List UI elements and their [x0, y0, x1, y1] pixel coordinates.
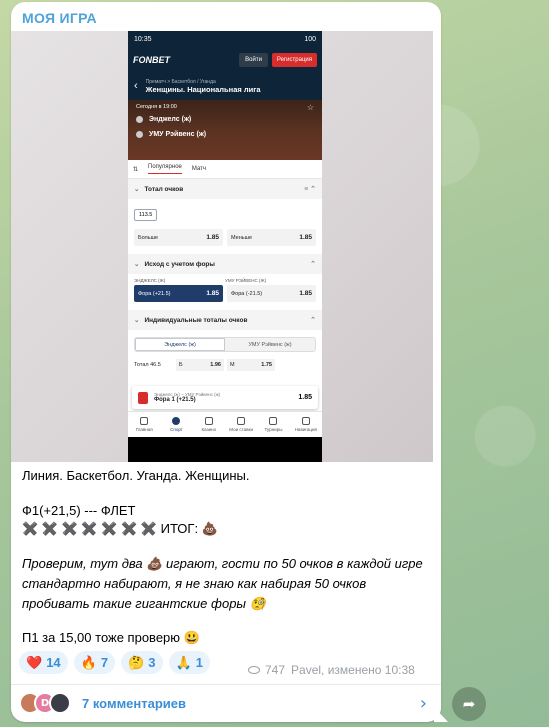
collapse-icon: ⌃	[310, 317, 316, 324]
pray-icon: 🙏	[175, 654, 192, 670]
chevron-right-icon: ›	[419, 692, 427, 714]
menu-icon: ≡ ⌃	[304, 186, 316, 193]
chevron-icon: ⌄	[134, 261, 140, 268]
divider	[11, 684, 441, 685]
view-count: 747	[265, 663, 286, 677]
odd-handicap-2: Фора (-21.5) 1.85	[227, 285, 316, 302]
register-button: Регистрация	[271, 53, 317, 67]
post-image[interactable]: 10:35 100 FONBET Войти Регистрация ‹ Пре…	[11, 31, 433, 462]
share-icon: ➦	[462, 695, 476, 713]
handicap-team1-label: ЭНДЖЕЛС (Ж)	[134, 278, 166, 283]
market-tabs: ⇅ Популярное Матч	[128, 160, 322, 179]
comments-label: 7 комментариев	[82, 695, 187, 711]
cross-marks: ✖️ ✖️ ✖️ ✖️ ✖️ ✖️ ✖️	[22, 521, 157, 536]
post-para-2: стандартно набирают, я не знаю как набир…	[22, 576, 367, 591]
team-away: УМУ Рэйвенс (ж)	[136, 131, 314, 138]
app-header: FONBET Войти Регистрация	[128, 48, 322, 72]
nav-my-bets: Мои ставки	[225, 412, 257, 437]
fire-icon: 🔥	[80, 654, 97, 670]
reaction-heart[interactable]: ❤️ 14	[19, 651, 68, 674]
eye-icon	[248, 666, 260, 674]
team-switch: Энджелс (ж) УМУ Рэйвенс (ж)	[134, 337, 316, 352]
reaction-thinking[interactable]: 🤔 3	[121, 651, 163, 674]
tab-match: Матч	[191, 166, 207, 172]
post-line-3: ✖️ ✖️ ✖️ ✖️ ✖️ ✖️ ✖️ ИТОГ: 💩	[22, 521, 218, 537]
app-bottom-nav: Главная Спорт Казино Мои ставки Турниры …	[128, 411, 322, 437]
section-handicap: ⌄ Исход с учетом форы ⌃	[128, 254, 322, 274]
message-meta: 747 Pavel, изменено 10:38	[248, 663, 415, 677]
collapse-icon: ⌃	[310, 261, 316, 268]
status-time: 10:35	[134, 36, 152, 43]
reaction-fire[interactable]: 🔥 7	[73, 651, 116, 674]
team-home-emblem-icon	[136, 116, 143, 123]
reactions-bar: ❤️ 14 🔥 7 🤔 3 🙏 1	[19, 651, 210, 674]
post-line-1: Линия. Баскетбол. Уганда. Женщины.	[22, 468, 250, 483]
nav-tournaments: Турниры	[257, 412, 289, 437]
grid-icon	[301, 417, 310, 425]
team-switch-home: Энджелс (ж)	[135, 338, 225, 351]
league-title: Женщины. Национальная лига	[145, 84, 261, 94]
odd-over: Больше 1.85	[134, 229, 223, 246]
match-date: Сегодня в 19:00	[136, 104, 177, 110]
bet-coupon: Энджелс (ж) – УМУ Рэйвенс (ж) Фора 1 (+2…	[132, 386, 318, 409]
chevron-icon: ⌄	[134, 186, 140, 193]
match-hero: ☆ Сегодня в 19:00 Энджелс (ж) УМУ Рэйвен…	[128, 100, 322, 160]
reaction-pray[interactable]: 🙏 1	[168, 651, 210, 674]
post-line-2: Ф1(+21,5) --- ФЛЕТ	[22, 503, 136, 518]
odd-under: Меньше 1.85	[227, 229, 316, 246]
battery-indicator: 100	[304, 36, 316, 43]
total-chip: 113.5	[134, 209, 158, 221]
tab-settings-icon: ⇅	[133, 166, 139, 173]
chevron-icon: ⌄	[134, 317, 140, 324]
nav-home: Главная	[128, 412, 160, 437]
author-edited: Pavel, изменено 10:38	[291, 663, 415, 677]
home-icon	[140, 417, 149, 425]
coupon-odd: 1.85	[298, 394, 312, 401]
trophy-icon	[269, 417, 278, 425]
coupon-icon	[138, 391, 148, 404]
system-nav-bar	[128, 437, 322, 462]
coupon-bet: Фора 1 (+21.5)	[154, 397, 196, 403]
section-individual: ⌄ Индивидуальные тоталы очков ⌃	[128, 310, 322, 330]
status-bar: 10:35 100	[128, 31, 322, 48]
nav-navigation: Навигация	[290, 412, 322, 437]
nav-sport: Спорт	[160, 412, 192, 437]
section-total: ⌄ Тотал очков ≡ ⌃	[128, 179, 322, 199]
post-para-3: пробивать такие гигантские форы 🧐	[22, 596, 266, 611]
ticket-icon	[237, 417, 246, 425]
casino-icon	[204, 417, 213, 425]
channel-name[interactable]: МОЯ ИГРА	[22, 10, 97, 26]
login-button: Войти	[239, 53, 268, 67]
thinking-icon: 🤔	[128, 654, 145, 670]
star-icon: ☆	[306, 103, 314, 112]
nav-casino: Казино	[193, 412, 225, 437]
team-switch-away: УМУ Рэйвенс (ж)	[225, 338, 315, 351]
individual-total-row: Тотал 46.5 Б 1.96 М 1.75	[134, 358, 316, 371]
avatar	[49, 692, 71, 714]
back-arrow-icon: ‹	[134, 80, 138, 92]
phone-screenshot: 10:35 100 FONBET Войти Регистрация ‹ Пре…	[128, 31, 322, 462]
post-para-1: Проверим, тут два 💩 играют, гости по 50 …	[22, 556, 423, 571]
share-button[interactable]: ➦	[452, 687, 486, 721]
breadcrumb: ‹ Прематч > Баскетбол / Уганда Женщины. …	[128, 72, 322, 100]
team-away-emblem-icon	[136, 131, 143, 138]
tab-popular: Популярное	[148, 164, 182, 174]
fonbet-logo: FONBET	[133, 55, 170, 65]
basketball-icon	[172, 417, 181, 425]
team-home: Энджелс (ж)	[136, 116, 314, 123]
result-label: ИТОГ: 💩	[160, 521, 218, 536]
heart-icon: ❤️	[26, 654, 43, 670]
comments-button[interactable]: D 7 комментариев ›	[11, 686, 441, 720]
handicap-team2-label: УМУ РЭЙВЕНС (Ж)	[225, 278, 267, 283]
odd-handicap-1: Фора (+21.5) 1.85	[134, 285, 223, 302]
post-line-4: П1 за 15,00 тоже проверю 😃	[22, 630, 200, 645]
